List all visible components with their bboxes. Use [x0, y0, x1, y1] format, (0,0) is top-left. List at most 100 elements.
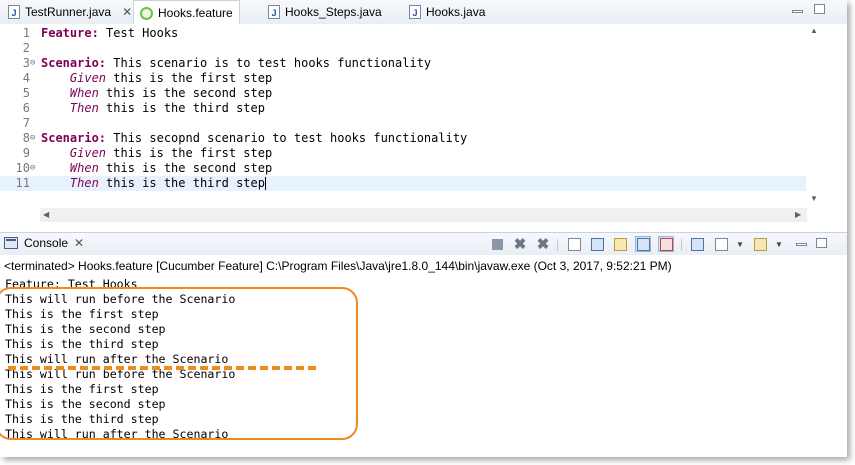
code-text: Scenario: This scenario is to test hooks…: [41, 56, 431, 71]
line-text: this is the third step: [98, 101, 265, 115]
close-icon[interactable]: ✕: [122, 5, 132, 19]
line-text: this is the first step: [106, 71, 273, 85]
highlight-annotation-box: [0, 287, 358, 440]
line-number: 10: [15, 161, 30, 175]
code-line[interactable]: 2: [0, 41, 806, 56]
gherkin-step-keyword: Then: [69, 176, 99, 190]
close-icon[interactable]: ✕: [74, 236, 84, 250]
line-number: 4: [22, 71, 30, 85]
code-text: Scenario: This secopnd scenario to test …: [41, 131, 467, 146]
fold-toggle-icon[interactable]: ⊖: [30, 56, 35, 71]
terminated-status: <terminated> Hooks.feature [Cucumber Fea…: [4, 259, 672, 273]
code-text: Given this is the first step: [41, 146, 272, 161]
java-file-icon: J: [8, 4, 20, 19]
scroll-down-icon[interactable]: ▼: [810, 194, 818, 203]
code-text: Feature: Test Hooks: [41, 26, 178, 41]
line-number: 7: [22, 116, 30, 130]
code-text: Then this is the third step: [41, 101, 265, 116]
line-text: this is the third step: [98, 176, 265, 190]
remove-launch-icon[interactable]: ✖: [512, 236, 528, 253]
chevron-down-icon[interactable]: ▼: [771, 236, 787, 252]
code-line[interactable]: 6 Then this is the third step: [0, 101, 806, 116]
code-text: When this is the second step: [41, 161, 272, 176]
minimize-icon[interactable]: [792, 10, 803, 13]
editor-vertical-scrollbar[interactable]: ▲ ▼: [807, 24, 821, 208]
terminate-icon[interactable]: [489, 236, 505, 252]
code-line[interactable]: 9 Given this is the first step: [0, 146, 806, 161]
restore-icon[interactable]: [814, 4, 825, 14]
clear-console-icon[interactable]: [566, 236, 582, 252]
minimize-icon[interactable]: [796, 243, 807, 246]
show-on-stderr-icon[interactable]: [658, 236, 674, 252]
display-selected-console-icon[interactable]: [713, 236, 729, 252]
line-number: 8: [22, 131, 30, 145]
line-number: 6: [22, 101, 30, 115]
chevron-down-icon[interactable]: ▼: [732, 236, 748, 252]
gherkin-step-keyword: When: [69, 86, 99, 100]
tab-hooks-java[interactable]: J Hooks.java: [403, 0, 491, 23]
code-line[interactable]: 1 Feature: Test Hooks: [0, 26, 806, 41]
gherkin-step-keyword: Then: [69, 101, 99, 115]
feature-editor[interactable]: 1 Feature: Test Hooks 2 3 ⊖ Scenario: This sc…: [0, 24, 847, 224]
code-line[interactable]: 8 ⊖ Scenario: This secopnd scenario to tes…: [0, 131, 806, 146]
gherkin-step-keyword: When: [69, 161, 99, 175]
code-line[interactable]: 11 Then this is the third step: [0, 176, 806, 191]
console-tab-label: Console: [24, 236, 69, 250]
fold-toggle-icon[interactable]: ⊖: [30, 161, 35, 176]
text-cursor: [264, 177, 266, 190]
code-line[interactable]: 10 ⊖ When this is the second step: [0, 161, 806, 176]
toolbar-separator: [557, 239, 558, 251]
gherkin-step-keyword: Given: [69, 71, 107, 85]
maximize-icon[interactable]: [816, 238, 827, 248]
editor-tab-bar: J TestRunner.java ✕ Hooks.feature J Hook…: [0, 0, 847, 25]
line-text: This scenario is to test hooks functiona…: [106, 56, 432, 70]
gherkin-keyword: Scenario:: [41, 56, 107, 70]
tab-label: TestRunner.java: [25, 4, 112, 19]
line-number: 11: [15, 176, 30, 190]
scenario-separator-annotation: [8, 366, 316, 370]
remove-all-terminated-icon[interactable]: ✖: [535, 236, 551, 253]
line-text: This secopnd scenario to test hooks func…: [106, 131, 468, 145]
code-text: When this is the second step: [41, 86, 272, 101]
gherkin-step-keyword: Given: [69, 146, 107, 160]
tab-hooks-steps[interactable]: J Hooks_Steps.java: [262, 0, 388, 23]
line-text: Test Hooks: [98, 26, 179, 40]
code-line[interactable]: 7: [0, 116, 806, 131]
fold-toggle-icon[interactable]: ⊖: [30, 131, 35, 146]
tab-label: Hooks.feature: [158, 6, 233, 20]
line-number: 5: [22, 86, 30, 100]
console-icon: [4, 237, 18, 249]
console-view-bar: Console ✕ ✖ ✖ ▼ ▼: [0, 232, 847, 256]
line-number: 2: [22, 41, 30, 55]
code-line[interactable]: 5 When this is the second step: [0, 86, 806, 101]
code-line[interactable]: 3 ⊖ Scenario: This scenario is to test hoo…: [0, 56, 806, 71]
code-text: Given this is the first step: [41, 71, 272, 86]
java-file-icon: J: [268, 4, 280, 19]
line-number: 1: [22, 26, 30, 40]
line-text: this is the first step: [106, 146, 273, 160]
java-file-icon: J: [409, 4, 421, 19]
open-console-icon[interactable]: [752, 236, 768, 252]
toolbar-separator: [681, 239, 682, 251]
show-on-stdout-icon[interactable]: [635, 236, 651, 252]
scroll-up-icon[interactable]: ▲: [810, 26, 818, 35]
scroll-left-icon[interactable]: ◀: [43, 210, 49, 219]
tab-hooks-feature[interactable]: Hooks.feature: [133, 0, 240, 25]
scroll-right-icon[interactable]: ▶: [795, 210, 801, 219]
line-text: this is the second step: [98, 86, 273, 100]
console-vertical-scrollbar[interactable]: [832, 277, 846, 457]
code-line[interactable]: 4 Given this is the first step: [0, 71, 806, 86]
eclipse-window: J TestRunner.java ✕ Hooks.feature J Hook…: [0, 0, 847, 457]
tab-label: Hooks.java: [426, 4, 486, 19]
scroll-lock-icon[interactable]: [589, 236, 605, 252]
tab-console[interactable]: Console ✕: [4, 236, 84, 250]
cucumber-feature-icon: [140, 6, 153, 20]
line-text: this is the second step: [98, 161, 273, 175]
tab-testrunner[interactable]: J TestRunner.java ✕: [2, 0, 138, 23]
line-number: 9: [22, 146, 30, 160]
pin-console-icon[interactable]: [689, 236, 705, 252]
editor-horizontal-scrollbar[interactable]: ◀ ▶: [40, 208, 807, 222]
gherkin-keyword: Feature:: [41, 26, 99, 40]
gherkin-keyword: Scenario:: [41, 131, 107, 145]
word-wrap-icon[interactable]: [612, 236, 628, 252]
